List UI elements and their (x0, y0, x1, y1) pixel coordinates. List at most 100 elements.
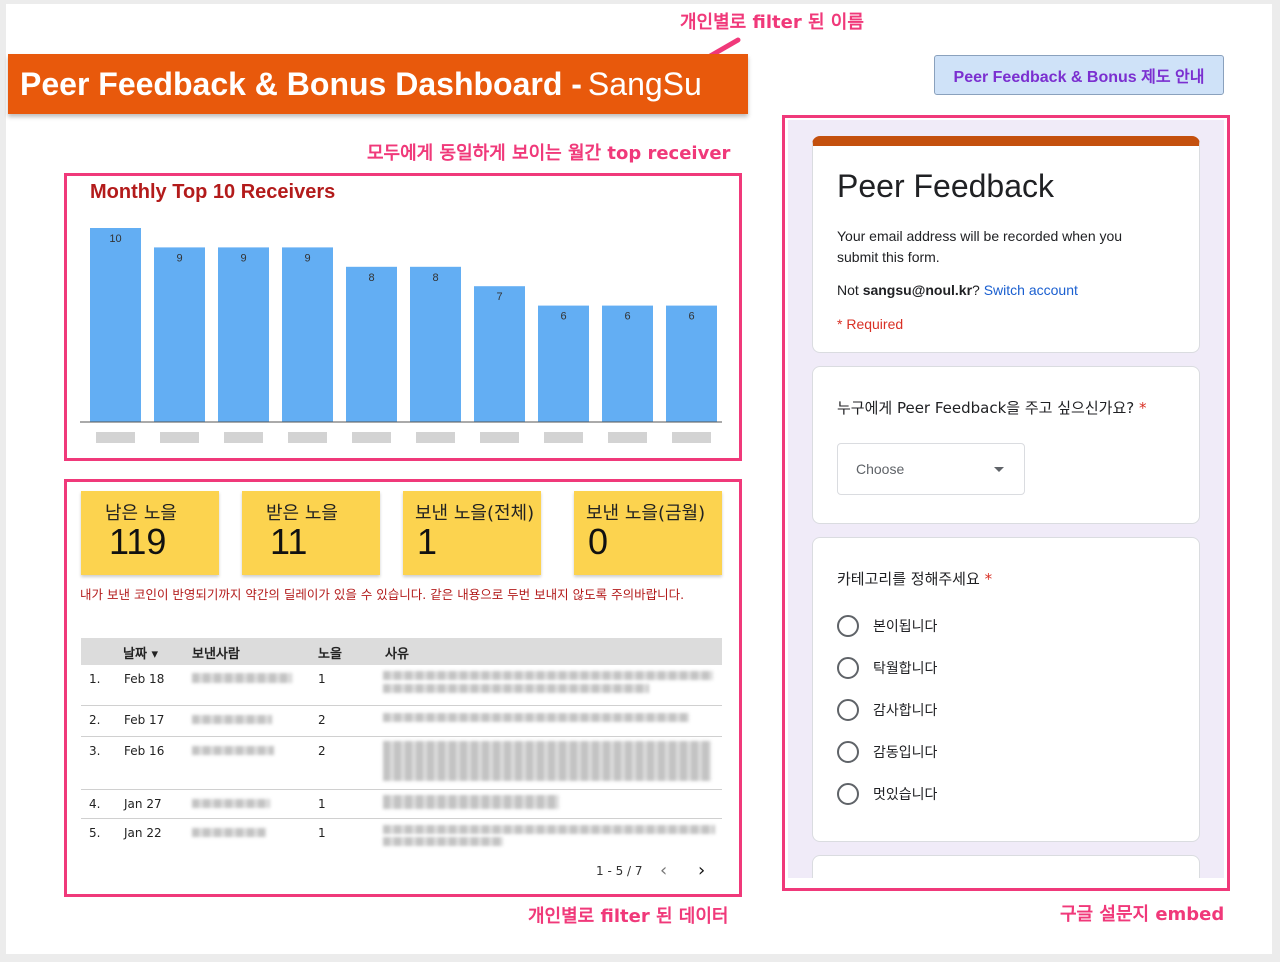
row-amount: 2 (318, 744, 326, 758)
kpi-value: 1 (417, 521, 438, 562)
prev-page-button[interactable]: ‹ (660, 860, 667, 881)
option-label: 본이됩니다 (873, 619, 938, 635)
bar-data-label: 7 (496, 291, 502, 303)
category-option[interactable]: 탁월합니다 (837, 656, 937, 680)
top-receivers-chart: 10 9 9 9 8 8 7 6 6 6 (80, 228, 722, 443)
pagination-label: 1 - 5 / 7 (596, 864, 643, 878)
bar-data-label: 6 (688, 311, 694, 323)
table-row: 5. Jan 22 1 (81, 819, 722, 853)
chart-bar (346, 266, 397, 422)
radio-button-icon[interactable] (837, 699, 859, 721)
user-name: SangSu (587, 65, 702, 102)
row-index: 4. (89, 797, 101, 811)
bar-data-label: 9 (304, 252, 310, 264)
bar-data-label: 6 (560, 311, 566, 323)
bar-data-label: 8 (368, 272, 374, 284)
switch-account-link[interactable]: Switch account (984, 282, 1078, 298)
question-recipient-card: 누구에게 Peer Feedback을 주고 싶으신가요? * Choose (812, 366, 1200, 524)
row-date: Feb 16 (124, 744, 165, 758)
account-email: sangsu@noul.kr (862, 282, 973, 298)
category-option[interactable]: 감사합니다 (837, 698, 937, 722)
column-sender: 보낸사람 (192, 647, 240, 662)
row-amount: 1 (318, 797, 326, 811)
dashboard-header: Peer Feedback & Bonus Dashboard - SangSu (8, 54, 748, 114)
row-amount: 1 (318, 826, 326, 840)
row-amount: 2 (318, 713, 326, 727)
kpi-value: 11 (270, 521, 308, 562)
next-page-button[interactable]: › (698, 860, 705, 881)
category-label-blurred (224, 432, 263, 443)
chart-title: Monthly Top 10 Receivers (90, 181, 336, 203)
form-header-card: Peer Feedback Your email address will be… (812, 136, 1200, 353)
category-label-blurred (672, 432, 711, 443)
question-category-card: 카테고리를 정해주세요 * 본이됩니다 탁월합니다 감사합니다 감동입니다 멋있… (812, 537, 1200, 842)
recipient-dropdown[interactable]: Choose (837, 443, 1025, 495)
row-sender (192, 828, 266, 837)
embedded-google-form: Peer Feedback Your email address will be… (788, 120, 1224, 878)
chart-bar (666, 305, 717, 422)
category-label-blurred (608, 432, 647, 443)
row-reason-line (383, 837, 503, 846)
kpi-sent-month: 보낸 노을(금월) 0 (574, 491, 722, 575)
column-date-sort[interactable]: 날짜 ▾ (123, 643, 158, 662)
feedback-table: 날짜 ▾ 보낸사람 노을 사유 1. Feb 18 1 2. Feb 17 2 … (81, 638, 722, 853)
form-title: Peer Feedback (837, 168, 1055, 204)
annotation-form-embed: 구글 설문지 embed (1060, 904, 1225, 925)
program-guide-button[interactable]: Peer Feedback & Bonus 제도 안내 (934, 55, 1224, 95)
chart-bar (154, 247, 205, 422)
bar-data-label: 6 (624, 311, 630, 323)
category-label-blurred (160, 432, 199, 443)
table-row: 4. Jan 27 1 (81, 790, 722, 819)
dropdown-placeholder: Choose (856, 461, 905, 477)
required-note: * Required (837, 316, 904, 332)
table-row: 2. Feb 17 2 (81, 706, 722, 737)
row-reason (383, 713, 689, 722)
option-label: 감사합니다 (873, 703, 938, 719)
row-reason (383, 671, 713, 680)
row-index: 2. (89, 713, 101, 727)
chart-bar (538, 305, 589, 422)
category-option[interactable]: 멋있습니다 (837, 782, 937, 806)
category-option[interactable]: 감동입니다 (837, 740, 937, 764)
category-option[interactable]: 본이됩니다 (837, 614, 937, 638)
chevron-down-icon (994, 467, 1004, 472)
row-index: 1. (89, 672, 101, 686)
kpi-value: 119 (109, 521, 167, 562)
radio-button-icon[interactable] (837, 783, 859, 805)
table-row: 3. Feb 16 2 (81, 737, 722, 790)
chart-bar (218, 247, 269, 422)
annotation-top-receiver: 모두에게 동일하게 보이는 월간 top receiver (367, 143, 731, 164)
radio-button-icon[interactable] (837, 657, 859, 679)
option-label: 감동입니다 (873, 745, 938, 761)
category-label-blurred (544, 432, 583, 443)
category-label-blurred (416, 432, 455, 443)
category-label-blurred (480, 432, 519, 443)
form-account-line: Not sangsu@noul.kr? Switch account (837, 282, 1078, 298)
row-amount: 1 (318, 672, 326, 686)
category-label-blurred (96, 432, 135, 443)
kpi-remaining: 남은 노을 119 (81, 491, 219, 575)
row-reason (383, 825, 715, 834)
row-sender (192, 799, 270, 808)
bar-data-label: 9 (240, 252, 246, 264)
option-label: 멋있습니다 (873, 787, 938, 803)
radio-button-icon[interactable] (837, 741, 859, 763)
chart-bar (602, 305, 653, 422)
question-category: 카테고리를 정해주세요 * (837, 568, 992, 589)
table-header: 날짜 ▾ 보낸사람 노을 사유 (81, 638, 722, 665)
annotation-filtered-data: 개인별로 filter 된 데이터 (528, 906, 729, 927)
row-date: Jan 27 (124, 797, 162, 811)
required-star: * (1138, 399, 1147, 417)
row-reason (383, 741, 711, 781)
row-date: Jan 22 (124, 826, 162, 840)
next-question-card (812, 855, 1200, 878)
bar-data-label: 9 (176, 252, 182, 264)
row-date: Feb 18 (124, 672, 165, 686)
kpi-value: 0 (588, 521, 609, 562)
column-amount: 노을 (318, 647, 342, 662)
form-email-note: Your email address will be recorded when… (837, 228, 1123, 265)
option-label: 탁월합니다 (873, 661, 938, 677)
kpi-received: 받은 노을 11 (242, 491, 380, 575)
chart-bar (90, 228, 141, 422)
radio-button-icon[interactable] (837, 615, 859, 637)
